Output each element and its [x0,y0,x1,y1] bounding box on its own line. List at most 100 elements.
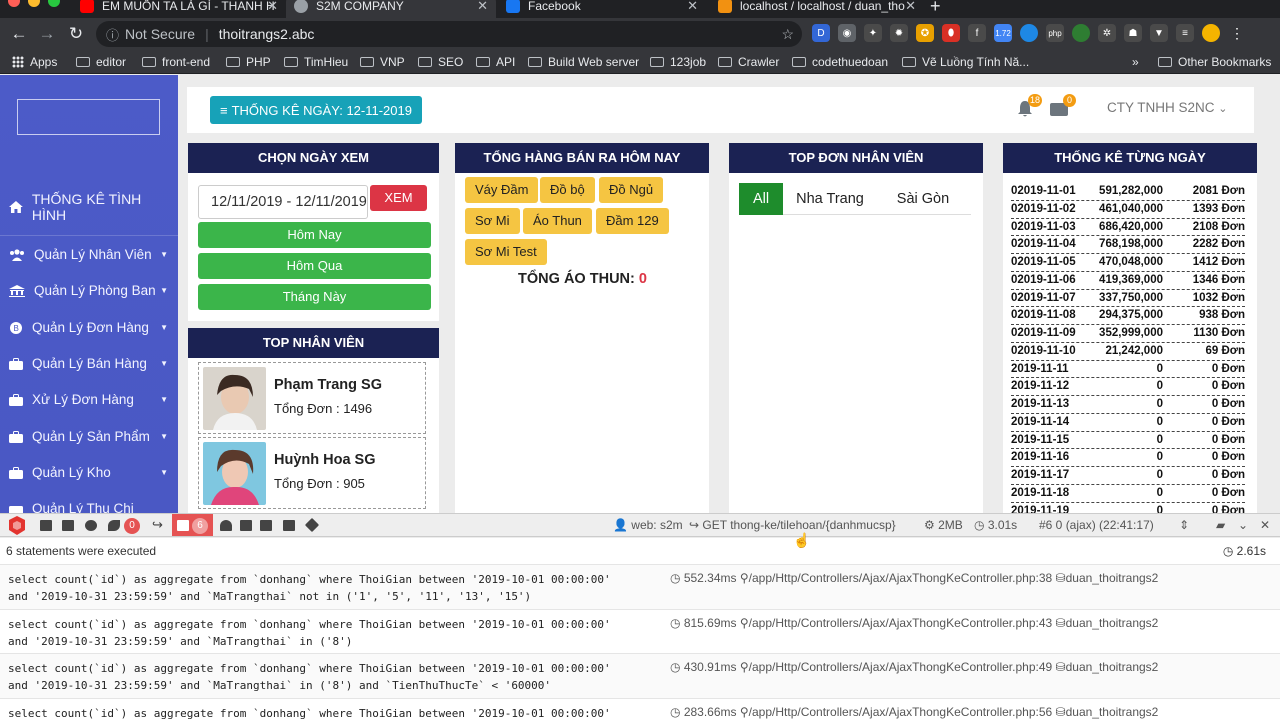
today-button[interactable]: Hôm Nay [198,222,431,248]
bookmark-folder[interactable]: API [476,55,515,69]
bookmark-folder[interactable]: Vẽ Luồng Tính Nă... [902,55,1029,69]
address-bar[interactable]: ⓘ Not Secure | thoitrangs2.abc ☆ [96,21,802,47]
globe-extension-icon[interactable] [1020,24,1038,42]
close-tab-icon[interactable]: ✕ [267,0,278,14]
bookmark-folder[interactable]: editor [76,55,126,69]
database-icon[interactable] [177,520,189,531]
query-row[interactable]: select count(`id`) as aggregate from `do… [0,608,1280,654]
bookmark-apps[interactable]: Apps [12,55,57,69]
bookmark-folder[interactable]: 123job [650,55,706,69]
php-extension-icon[interactable]: php [1046,24,1064,42]
category-button[interactable]: Đầm 129 [596,208,669,234]
tag-icon[interactable] [304,517,320,533]
menu-extension-icon[interactable]: ≡ [1176,24,1194,42]
browser-tab-s2m[interactable]: S2M COMPANY ✕ [286,0,496,18]
category-button[interactable]: Sơ Mi Test [465,239,547,265]
folder-open-icon[interactable]: ▰ [1216,518,1225,532]
staff-card[interactable]: Phạm Trang SG Tổng Đơn : 1496 [198,362,426,434]
extension-yellow-icon[interactable]: ✪ [916,24,934,42]
sidebar-item-products[interactable]: Quản Lý Sản Phẩm ▼ [0,429,178,444]
bookmark-folder[interactable]: SEO [418,55,463,69]
maximize-window-icon[interactable] [48,0,60,7]
more-menu-icon[interactable]: ⋮ [1228,24,1246,42]
debug-time[interactable]: ◷ 3.01s [974,518,1017,532]
debug-route[interactable]: ↪ GET thong-ke/tilehoan/{danhmucsp} [689,518,896,532]
archive-icon[interactable] [283,520,295,531]
bookmark-folder[interactable]: TimHieu [284,55,348,69]
close-debugbar-icon[interactable]: ✕ [1260,518,1270,532]
leaf-extension-icon[interactable] [1072,24,1090,42]
camera-extension-icon[interactable]: ◉ [838,24,856,42]
sidebar-item-employees[interactable]: Quản Lý Nhân Viên ▼ [0,247,178,262]
bug-icon[interactable] [85,520,97,531]
category-button[interactable]: Đồ bộ [540,177,595,203]
profile-avatar-icon[interactable] [1202,24,1220,42]
browser-tab-youtube[interactable]: EM MUỐN TA LÀ GÌ - THANH H ✕ [72,0,286,18]
category-button[interactable]: Áo Thun [523,208,592,234]
debug-memory[interactable]: ⚙ 2MB [924,518,963,532]
sidebar-item-dashboard[interactable]: THỐNG KÊ TÌNH HÌNH [0,191,178,223]
company-menu[interactable]: CTY TNHH S2NC ⌄ [1107,100,1228,115]
share-icon[interactable]: ↪ [152,517,164,532]
staff-card[interactable]: Huỳnh Hoa SG Tổng Đơn : 905 [198,437,426,509]
function-extension-icon[interactable]: f [968,24,986,42]
browser-tab-phpmyadmin[interactable]: localhost / localhost / duan_tho ✕ [710,0,924,18]
extension-d-icon[interactable]: D [812,24,830,42]
new-tab-button[interactable]: + [930,0,941,17]
bookmark-folder[interactable]: front-end [142,55,210,69]
tab-nha-trang[interactable]: Nha Trang [791,183,869,215]
minimize-window-icon[interactable] [28,0,40,7]
category-button[interactable]: Váy Đầm [465,177,539,203]
close-tab-icon[interactable]: ✕ [905,0,916,14]
gear-extension-icon[interactable]: ✹ [890,24,908,42]
this-month-button[interactable]: Tháng Này [198,284,431,310]
yesterday-button[interactable]: Hôm Qua [198,253,431,279]
other-bookmarks[interactable]: Other Bookmarks [1158,55,1271,69]
debug-web[interactable]: 👤 web: s2m [613,518,683,532]
close-tab-icon[interactable]: ✕ [477,0,488,14]
date-range-input[interactable]: 12/11/2019 - 12/11/2019 [198,185,368,219]
sidebar-item-finance[interactable]: Quản Lý Thu Chi [0,501,178,513]
inbox-icon[interactable] [220,520,232,531]
query-row[interactable]: select count(`id`) as aggregate from `do… [0,697,1280,720]
query-row[interactable]: select count(`id`) as aggregate from `do… [0,564,1280,609]
mask-extension-icon[interactable]: ☗ [1124,24,1142,42]
tab-sai-gon[interactable]: Sài Gòn [885,183,961,215]
query-row[interactable]: select count(`id`) as aggregate from `do… [0,653,1280,698]
bookmark-folder[interactable]: Crawler [718,55,779,69]
bookmark-star-icon[interactable]: ☆ [781,26,794,43]
minimize-debugbar-icon[interactable]: ⌄ [1238,518,1248,532]
logo-broken-image[interactable] [17,99,160,135]
puzzle-extension-icon[interactable]: ✦ [864,24,882,42]
back-arrow-icon[interactable]: ← [9,24,29,44]
debug-request-select[interactable]: #6 0 (ajax) (22:41:17) ⇕ [1039,518,1189,532]
browser-tab-facebook[interactable]: Facebook ✕ [498,0,706,18]
laravel-logo-icon[interactable] [7,516,29,535]
leaf-icon[interactable] [108,520,120,531]
sidebar-item-departments[interactable]: Quản Lý Phòng Ban ▼ [0,283,178,298]
sidebar-item-sales[interactable]: Quản Lý Bán Hàng ▼ [0,356,178,371]
shield-extension-icon[interactable]: ⬮ [942,24,960,42]
mail-icon[interactable] [260,520,272,531]
category-button[interactable]: Đồ Ngủ [599,177,664,203]
view-button[interactable]: XEM [370,185,427,211]
bookmark-folder[interactable]: Build Web server [528,55,639,69]
close-window-icon[interactable] [8,0,20,7]
bookmark-folder[interactable]: PHP [226,55,271,69]
sidebar-item-process-orders[interactable]: Xử Lý Đơn Hàng ▼ [0,392,178,407]
reload-icon[interactable]: ↻ [66,24,86,44]
version-extension-icon[interactable]: 1.72 [994,24,1012,42]
tab-all[interactable]: All [739,183,783,215]
date-title-button[interactable]: ≡ THỐNG KÊ NGÀY: 12-11-2019 [210,96,422,124]
sidebar-item-warehouse[interactable]: Quản Lý Kho ▼ [0,465,178,480]
bookmarks-overflow-button[interactable]: » [1132,55,1139,69]
info-icon[interactable]: ⓘ [106,25,119,44]
lock-icon[interactable] [240,520,252,531]
messages-icon[interactable] [40,520,52,531]
close-tab-icon[interactable]: ✕ [687,0,698,14]
bookmark-folder[interactable]: VNP [360,55,405,69]
timeline-icon[interactable] [62,520,74,531]
sidebar-item-orders[interactable]: B Quản Lý Đơn Hàng ▼ [0,320,178,335]
forward-arrow-icon[interactable]: → [37,24,57,44]
vue-extension-icon[interactable]: ▼ [1150,24,1168,42]
